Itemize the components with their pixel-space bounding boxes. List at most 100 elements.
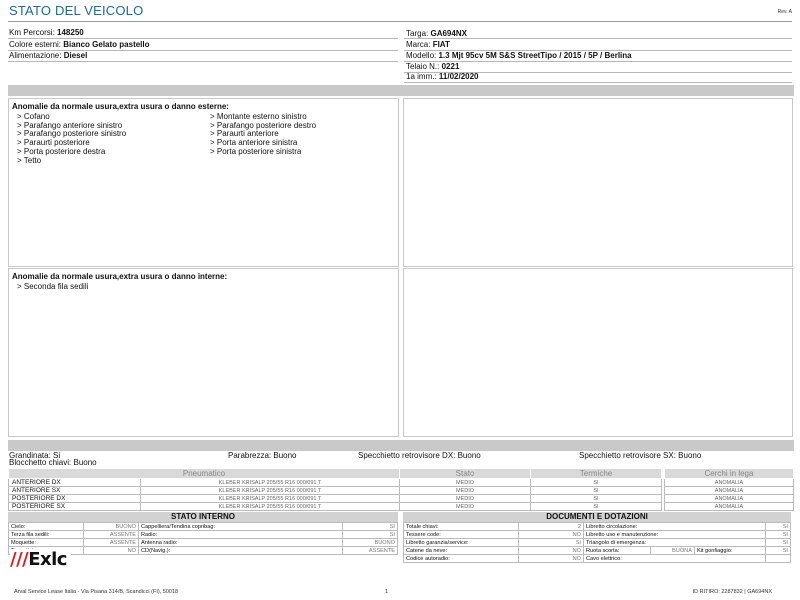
field-value: NO (83, 546, 139, 555)
field-label: Libretto circolazione: (583, 522, 766, 531)
field-label: Totale chiavi: (403, 522, 519, 531)
rims-table: Cerchi in lega ANOMALIA ANOMALIA ANOMALI… (664, 468, 794, 511)
brand-value: FIAT (432, 40, 450, 49)
section-band (8, 440, 794, 451)
section-band (8, 85, 794, 96)
fuel-row: Alimentazione: Diesel (9, 51, 87, 60)
table-row: Terza fila sedili: ASSENTE Radio: SI (8, 530, 398, 539)
field-value: SI (518, 538, 584, 547)
tyre-description: KLEBER KRISALP 205/55 R16 000/091 T (140, 486, 400, 495)
internal-damage-list: > Seconda fila sedili (17, 282, 89, 292)
field-value: 2 (518, 522, 584, 531)
damage-item: > Seconda fila sedili (17, 282, 89, 291)
brand-row: Marca: FIAT (406, 40, 450, 49)
tyre-description: KLEBER KRISALP 205/55 R16 000/091 T (140, 478, 400, 487)
table-row: ANTERIORE DX KLEBER KRISALP 205/55 R16 0… (8, 478, 662, 487)
internal-damage-box: Anomalie da normale usura,extra usura o … (8, 268, 399, 437)
field-value: BUONO (83, 522, 139, 531)
tyre-position: ANTERIORE SX (8, 486, 141, 495)
fuel-value: Diesel (63, 51, 88, 60)
rims-header-label: Cerchi in lega (664, 468, 794, 479)
external-photo-box (403, 98, 793, 267)
external-damage-list-2: > Montante esterno sinistro > Parafango … (210, 112, 316, 157)
tyre-winter: SI (530, 486, 662, 495)
field-value: SI (765, 530, 791, 539)
table-row: ANOMALIA (664, 486, 794, 495)
field-label: Cappelliera/Tendina copribag: (138, 522, 343, 531)
field-value: BUONO (342, 538, 398, 547)
field-label: Antenna radio: (138, 538, 343, 547)
table-row: Codice autoradio: NO Cavo elettrico: (403, 554, 791, 563)
row-divider (404, 61, 792, 62)
field-value: NO (518, 554, 584, 563)
mirror-dx-label: Specchietto retrovisore DX: Buono (358, 451, 481, 460)
color-label: Colore esterni: (9, 40, 62, 49)
field-value: ASSENTE (83, 530, 139, 539)
chassis-value: 0221 (441, 62, 460, 71)
company-logo: ///Exlc (10, 549, 71, 570)
table-row: Catene da neve: NO Ruota scorta: BUONA K… (403, 546, 791, 555)
tyres-table: Pneumatico Stato Termiche ANTERIORE DX K… (8, 468, 662, 511)
km-value: 148250 (57, 28, 84, 37)
field-value: SI (765, 522, 791, 531)
registration-row: 1a imm.: 11/02/2020 (406, 72, 479, 81)
mirror-sx-label: Specchietto retrovisore SX: Buono (579, 451, 702, 460)
field-value: ASSENTE (83, 538, 139, 547)
tyre-winter: SI (530, 478, 662, 487)
tyre-position: POSTERIORE SX (8, 502, 141, 511)
field-label: Libretto uso e manutenzione: (583, 530, 766, 539)
table-row: ANOMALIA (664, 478, 794, 487)
color-value: Bianco Gelato pastello (63, 40, 150, 49)
rim-state: ANOMALIA (664, 486, 794, 495)
logo-bars: /// (10, 549, 29, 570)
km-label: Km Percorsi: (9, 28, 55, 37)
table-row: Cielo: BUONO Cappelliera/Tendina copriba… (8, 522, 398, 531)
field-label: Terza fila sedili: (8, 530, 84, 539)
table-row: Totale chiavi: 2 Libretto circolazione: … (403, 522, 791, 531)
table-row: Moquette: ASSENTE Antenna radio: BUONO (8, 538, 398, 547)
rim-state: ANOMALIA (664, 478, 794, 487)
field-label: Tessere code: (403, 530, 519, 539)
parabrezza-label: Parabrezza: Buono (228, 451, 297, 460)
model-value: 1.3 Mjt 95cv 5M S&S StreetTipo / 2015 / … (438, 51, 632, 60)
rim-state: ANOMALIA (664, 502, 794, 511)
field-label: CD(Navig.): (138, 546, 343, 555)
model-row: Modello: 1.3 Mjt 95cv 5M S&S StreetTipo … (406, 51, 632, 60)
plate-row: Targa: GA694NX (406, 29, 467, 38)
field-value: BUONA (650, 546, 695, 555)
field-label: Kit gonfiaggio: (693, 546, 767, 555)
tyre-winter: SI (530, 502, 662, 511)
internal-damage-title: Anomalie da normale usura,extra usura o … (12, 272, 228, 281)
table-row: POSTERIORE DX KLEBER KRISALP 205/55 R16 … (8, 494, 662, 503)
model-label: Modello: (406, 51, 437, 60)
logo-text: Exlc (28, 549, 67, 570)
key-block-label: Blocchetto chiavi: Buono (9, 458, 97, 467)
footer-address: Arval Service Lease Italia - Via Pisana … (14, 589, 179, 595)
brand-label: Marca: (406, 40, 431, 49)
internal-photo-box (403, 268, 793, 437)
table-row: Libretto garanzia/service: SI Triangolo … (403, 538, 791, 547)
table-row: ANOMALIA (664, 502, 794, 511)
plate-value: GA694NX (430, 29, 467, 38)
field-value: SI (765, 538, 791, 547)
field-value: SI (342, 530, 398, 539)
tyres-header-stato: Stato (399, 468, 531, 479)
tyre-description: KLEBER KRISALP 205/55 R16 000/091 T (140, 494, 400, 503)
chassis-row: Telaio N.: 0221 (406, 62, 459, 71)
field-value: NO (518, 530, 584, 539)
tyres-header-termiche: Termiche (530, 468, 662, 479)
field-label: Ruota scorta: (582, 546, 652, 555)
tyre-description: KLEBER KRISALP 205/55 R16 000/091 T (140, 502, 400, 511)
field-label: Catene da neve: (403, 546, 519, 555)
field-label: Cavo elettrico: (583, 554, 766, 563)
tyre-position: POSTERIORE DX (8, 494, 141, 503)
field-label: Codice autoradio: (403, 554, 519, 563)
tyre-state: MEDIO (399, 478, 531, 487)
title-divider (8, 21, 792, 22)
field-label: Triangolo di emergenza: (583, 538, 766, 547)
row-divider (404, 38, 792, 39)
table-row: Tessere code: NO Libretto uso e manutenz… (403, 530, 791, 539)
table-row: ANOMALIA (664, 494, 794, 503)
row-divider (8, 38, 398, 39)
rim-state: ANOMALIA (664, 494, 794, 503)
